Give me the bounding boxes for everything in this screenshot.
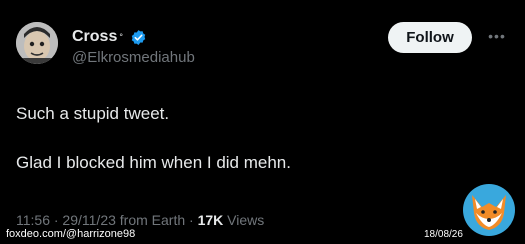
- user-name[interactable]: Cross °: [72, 28, 147, 46]
- tweet-text-line-2: Glad I blocked him when I did mehn.: [16, 153, 291, 172]
- more-options-icon[interactable]: •••: [487, 26, 507, 46]
- tweet-text-line-1: Such a stupid tweet.: [16, 104, 170, 123]
- avatar[interactable]: [16, 22, 58, 64]
- views-label: Views: [223, 212, 265, 228]
- views-count: 17K: [197, 212, 224, 228]
- avatar-image: [16, 22, 58, 64]
- user-name-text: Cross: [72, 28, 118, 45]
- verified-badge-icon: [131, 29, 146, 45]
- fox-logo-icon: [463, 184, 515, 236]
- watermark-credit: foxdeo.com/@harrizone98: [6, 228, 136, 240]
- follow-button[interactable]: Follow: [388, 22, 472, 53]
- watermark-date: 18/08/26: [424, 229, 463, 240]
- user-handle[interactable]: @Elkrosmediahub: [72, 49, 195, 66]
- user-name-mark: °: [119, 32, 123, 42]
- tweet-timestamp[interactable]: 11:56 · 29/11/23 from Earth ·: [16, 212, 198, 228]
- tweet-meta: 11:56 · 29/11/23 from Earth · 17K Views: [16, 212, 264, 228]
